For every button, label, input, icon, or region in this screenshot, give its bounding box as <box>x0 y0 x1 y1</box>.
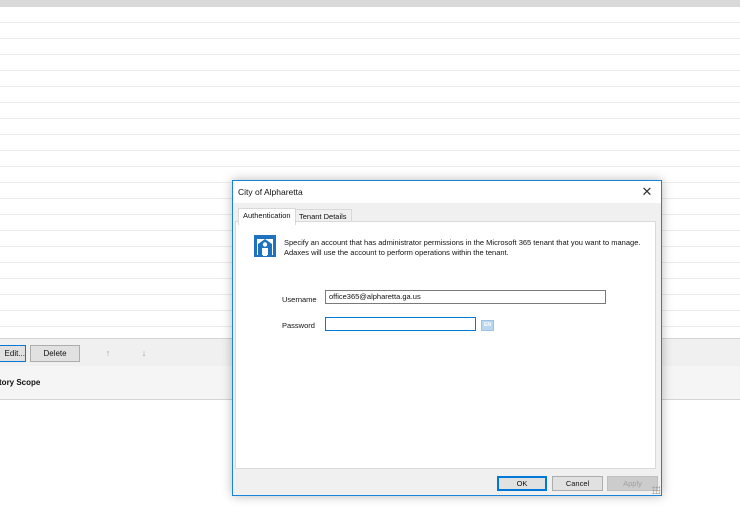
arrow-down-icon[interactable]: ↓ <box>137 346 151 360</box>
apply-button[interactable]: Apply <box>607 476 658 491</box>
cancel-button[interactable]: Cancel <box>552 476 603 491</box>
dialog-button-row: OK Cancel Apply <box>232 180 662 496</box>
directory-scope-label: Directory Scope <box>0 378 41 387</box>
tab-authentication[interactable]: Authentication <box>238 208 296 225</box>
edit-button[interactable]: Edit... <box>0 345 26 362</box>
resize-grip-icon[interactable] <box>652 486 660 494</box>
delete-button[interactable]: Delete <box>30 345 80 362</box>
top-strip <box>0 0 740 7</box>
arrow-up-icon[interactable]: ↑ <box>101 346 115 360</box>
ok-button[interactable]: OK <box>497 476 547 491</box>
